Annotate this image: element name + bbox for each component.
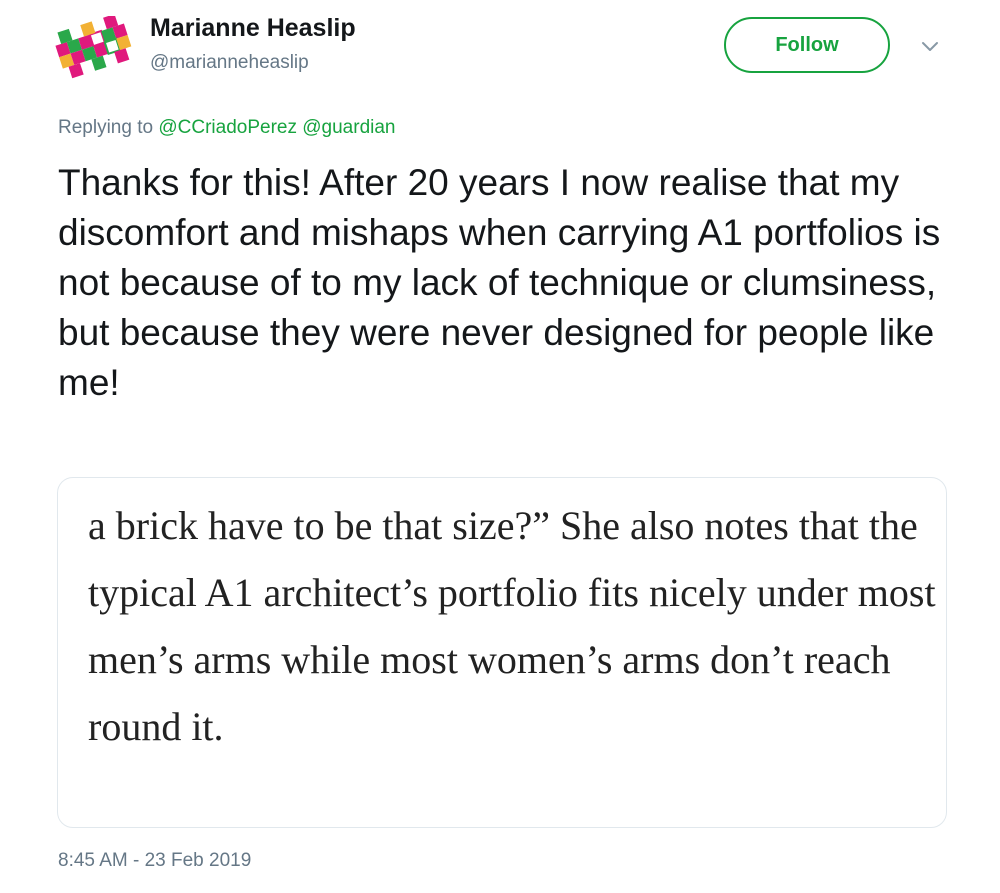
mention-link[interactable]: @CCriadoPerez: [158, 117, 297, 138]
replying-to: Replying to @CCriadoPerez @guardian: [58, 117, 396, 139]
replying-to-label: Replying to: [58, 117, 154, 138]
attached-image[interactable]: a brick have to be that size?” She also …: [57, 477, 947, 828]
mention-link[interactable]: @guardian: [302, 117, 395, 138]
follow-button[interactable]: Follow: [724, 17, 890, 73]
article-excerpt-text: a brick have to be that size?” She also …: [88, 503, 936, 749]
avatar-pattern-icon: [55, 14, 132, 79]
user-handle[interactable]: @marianneheaslip: [150, 52, 309, 74]
tweet-menu-button[interactable]: [918, 37, 942, 57]
display-name[interactable]: Marianne Heaslip: [150, 14, 356, 43]
chevron-down-icon: [922, 42, 938, 51]
tweet-timestamp[interactable]: 8:45 AM - 23 Feb 2019: [58, 850, 251, 872]
avatar[interactable]: [52, 14, 136, 80]
cropped-text-fragments: [148, 478, 868, 480]
tweet-text: Thanks for this! After 20 years I now re…: [58, 162, 941, 403]
